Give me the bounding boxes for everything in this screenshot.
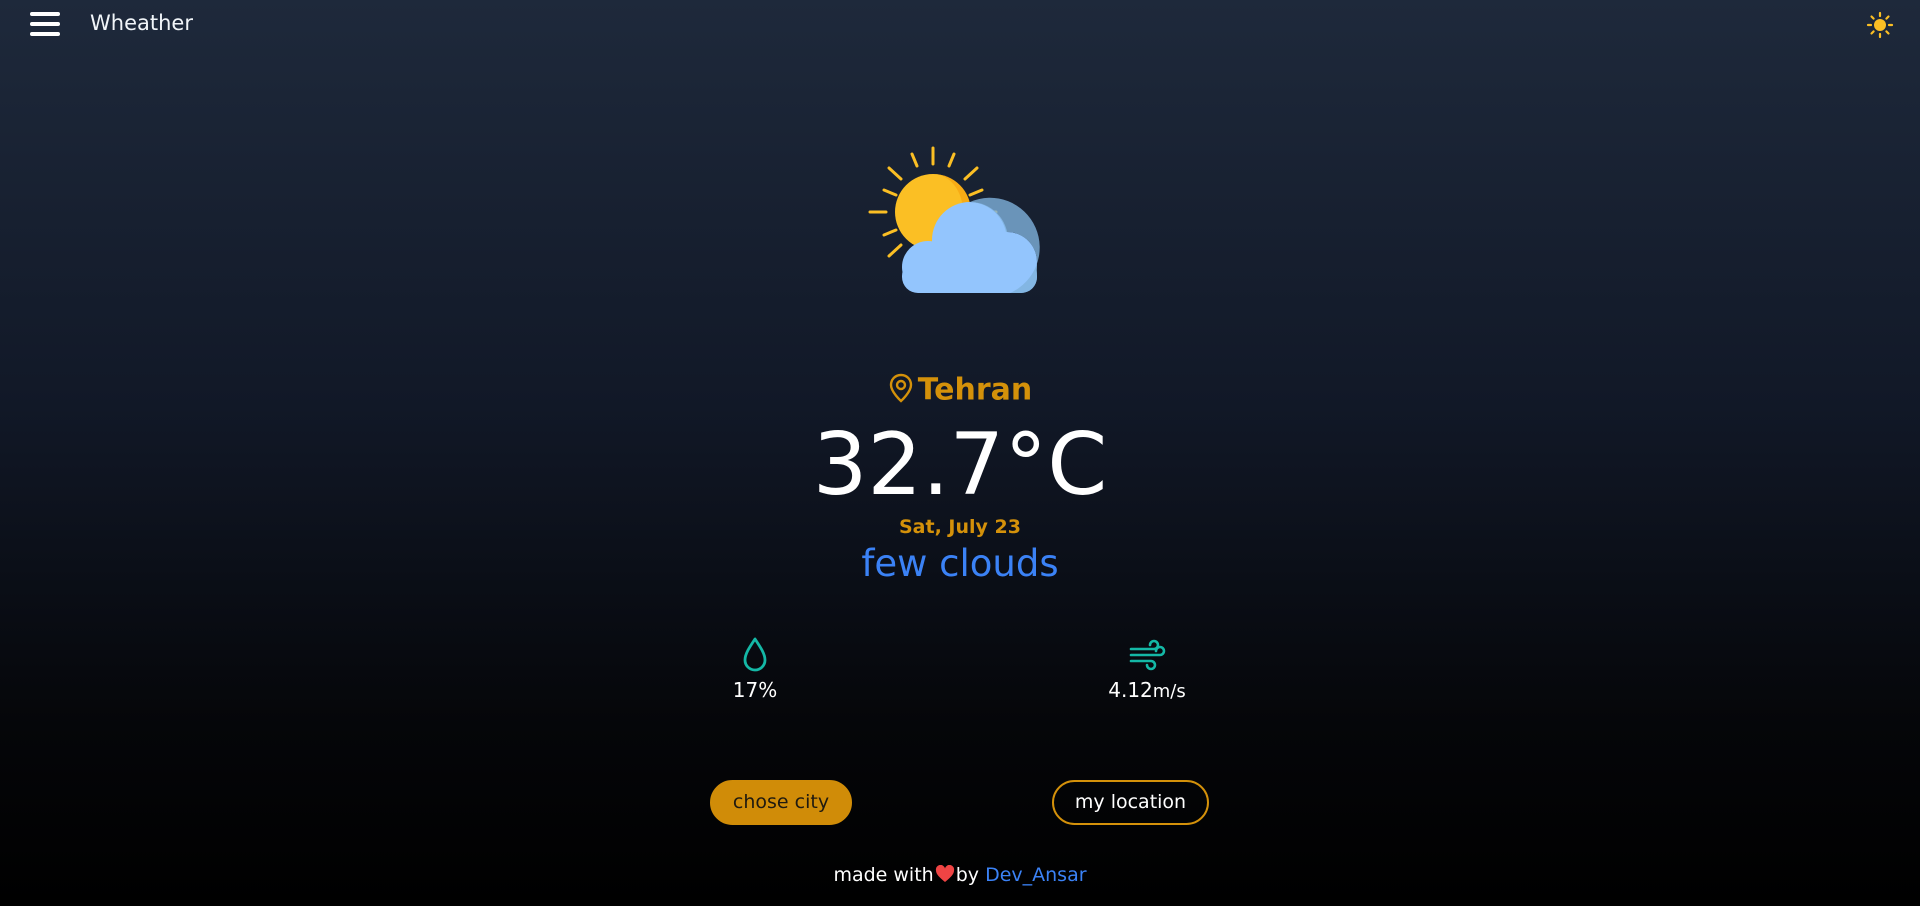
partly-cloudy-icon	[868, 146, 1040, 293]
sun-icon[interactable]	[1866, 11, 1894, 39]
heart-icon	[935, 865, 954, 882]
map-pin-icon	[889, 373, 912, 403]
my-location-button[interactable]: my location	[1052, 780, 1209, 825]
humidity-value: 17%	[732, 678, 778, 702]
footer: made with by Dev_Ansar	[0, 864, 1920, 886]
wind-stat: 4.12m/s	[1067, 636, 1227, 702]
wind-icon	[1129, 639, 1166, 671]
humidity-stat: 17%	[675, 636, 835, 702]
weather-condition: few clouds	[861, 542, 1059, 585]
location-row: Tehran	[0, 370, 1920, 410]
hamburger-menu-icon[interactable]	[30, 12, 60, 36]
city-name: Tehran	[917, 372, 1033, 408]
app-title: Wheather	[90, 11, 193, 35]
wind-unit: m/s	[1152, 681, 1186, 702]
date: Sat, July 23	[899, 516, 1021, 538]
footer-made-with: made with	[833, 864, 934, 886]
top-bar: Wheather	[0, 0, 1920, 50]
author-link[interactable]: Dev_Ansar	[985, 864, 1086, 886]
choose-city-button[interactable]: chose city	[710, 780, 852, 825]
wind-value: 4.12m/s	[1067, 678, 1227, 702]
temperature: 32.7°C	[812, 415, 1108, 515]
wind-speed: 4.12	[1108, 678, 1153, 702]
water-drop-icon	[743, 637, 767, 672]
footer-by: by	[955, 864, 980, 886]
